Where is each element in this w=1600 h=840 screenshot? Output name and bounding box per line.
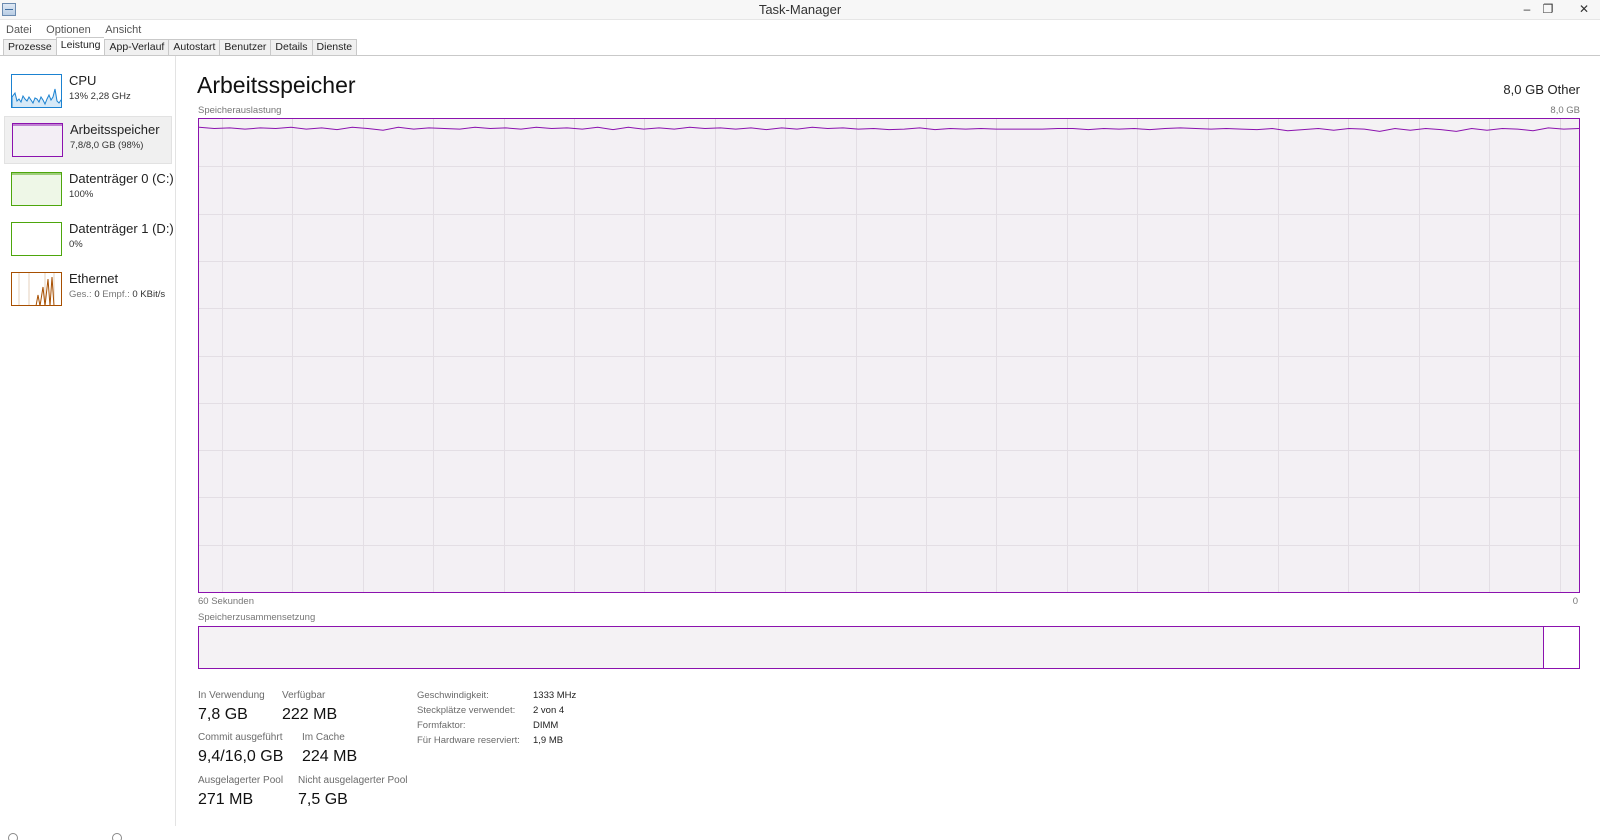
memory-composition-bar	[198, 626, 1580, 669]
menu-bar: Datei Optionen Ansicht	[0, 20, 145, 36]
tab-dienste[interactable]: Dienste	[311, 39, 358, 56]
graph-time-end: 0	[1572, 596, 1578, 607]
tab-autostart[interactable]: Autostart	[168, 39, 220, 56]
paged-pool-value: 271 MB	[198, 791, 254, 808]
in-use-value: 7,8 GB	[198, 706, 248, 723]
graph-time-start: 60 Sekunden	[198, 596, 254, 607]
footer-links	[8, 833, 128, 840]
title-bar: Task-Manager – ❐ ✕	[0, 0, 1600, 20]
usage-area	[199, 127, 1579, 592]
menu-datei[interactable]: Datei	[6, 22, 32, 38]
form-factor-value: DIMM	[533, 720, 559, 731]
cached-label: Im Cache	[302, 732, 345, 743]
nonpaged-pool-value: 7,5 GB	[298, 791, 348, 808]
menu-ansicht[interactable]: Ansicht	[105, 22, 141, 38]
hardware-reserved-label: Für Hardware reserviert:	[417, 735, 520, 746]
ethernet-receive-value: 0 KBit/s	[132, 289, 166, 300]
minimize-button[interactable]: –	[1516, 0, 1538, 18]
memory-mini-graph	[12, 123, 63, 157]
ethernet-mini-graph	[11, 272, 62, 306]
tab-divider	[0, 55, 1600, 56]
sidebar-item-disk-1-label: Datenträger 1 (D:)	[69, 221, 174, 236]
sidebar-item-ethernet-detail: Ges.: 0 Empf.: 0 KBit/s	[69, 289, 165, 300]
disk-0-mini-graph	[11, 172, 62, 206]
open-resource-monitor-icon[interactable]	[112, 833, 122, 840]
tab-app-verlauf[interactable]: App-Verlauf	[104, 39, 169, 56]
cached-value: 224 MB	[302, 748, 358, 765]
tab-details[interactable]: Details	[270, 39, 312, 56]
memory-capacity: 8,0 GB Other	[1503, 82, 1580, 97]
in-use-label: In Verwendung	[198, 690, 265, 701]
tab-benutzer[interactable]: Benutzer	[219, 39, 271, 56]
composition-free-segment	[1543, 627, 1579, 668]
page-title: Arbeitsspeicher	[197, 72, 356, 98]
ethernet-receive-label: Empf.:	[102, 289, 130, 300]
sidebar-item-disk-1[interactable]: Datenträger 1 (D:) 0%	[4, 216, 174, 264]
sidebar-item-ethernet-label: Ethernet	[69, 271, 119, 286]
usage-graph-max: 8,0 GB	[1550, 105, 1580, 116]
sidebar-item-cpu-label: CPU	[69, 73, 97, 88]
menu-optionen[interactable]: Optionen	[46, 22, 91, 38]
close-button[interactable]: ✕	[1573, 0, 1595, 18]
tab-strip: Prozesse Leistung App-Verlauf Autostart …	[3, 37, 358, 56]
tab-prozesse[interactable]: Prozesse	[3, 39, 56, 56]
available-label: Verfügbar	[282, 690, 326, 701]
slots-label: Steckplätze verwendet:	[417, 705, 516, 716]
ethernet-send-value: 0	[94, 289, 100, 300]
composition-label: Speicherzusammensetzung	[198, 612, 316, 623]
memory-usage-graph	[198, 118, 1580, 593]
fewer-details-icon[interactable]	[8, 833, 18, 840]
sidebar-item-memory-label: Arbeitsspeicher	[70, 122, 160, 137]
slots-value: 2 von 4	[533, 705, 565, 716]
sidebar-item-memory[interactable]: Arbeitsspeicher 7,8/8,0 GB (98%)	[4, 116, 172, 164]
speed-value: 1333 MHz	[533, 690, 577, 701]
committed-label: Commit ausgeführt	[198, 732, 283, 743]
hardware-reserved-value: 1,9 MB	[533, 735, 564, 746]
sidebar-item-disk-0[interactable]: Datenträger 0 (C:) 100%	[4, 166, 174, 214]
window-title: Task-Manager	[758, 2, 842, 17]
available-value: 222 MB	[282, 706, 338, 723]
usage-graph-label: Speicherauslastung	[198, 105, 282, 116]
disk-1-mini-graph	[11, 222, 62, 256]
committed-value: 9,4/16,0 GB	[198, 748, 284, 765]
tab-leistung[interactable]: Leistung	[55, 37, 105, 56]
form-factor-label: Formfaktor:	[417, 720, 466, 731]
resource-sidebar: CPU 13% 2,28 GHz Arbeitsspeicher 7,8/8,0…	[0, 56, 176, 826]
sidebar-item-ethernet[interactable]: Ethernet Ges.: 0 Empf.: 0 KBit/s	[4, 266, 172, 314]
paged-pool-label: Ausgelagerter Pool	[198, 775, 284, 786]
sidebar-item-disk-0-label: Datenträger 0 (C:)	[69, 171, 174, 186]
cpu-mini-graph	[11, 74, 62, 108]
sidebar-item-memory-detail: 7,8/8,0 GB (98%)	[70, 140, 144, 151]
ethernet-send-label: Ges.:	[69, 289, 92, 300]
sidebar-item-cpu-detail: 13% 2,28 GHz	[69, 91, 131, 102]
speed-label: Geschwindigkeit:	[417, 690, 489, 701]
sidebar-item-disk-1-detail: 0%	[69, 239, 83, 250]
sidebar-item-cpu[interactable]: CPU 13% 2,28 GHz	[4, 68, 172, 116]
memory-usage-svg	[199, 119, 1579, 592]
nonpaged-pool-label: Nicht ausgelagerter Pool	[298, 775, 408, 786]
sidebar-item-disk-0-detail: 100%	[69, 189, 94, 200]
restore-button[interactable]: ❐	[1537, 0, 1559, 18]
